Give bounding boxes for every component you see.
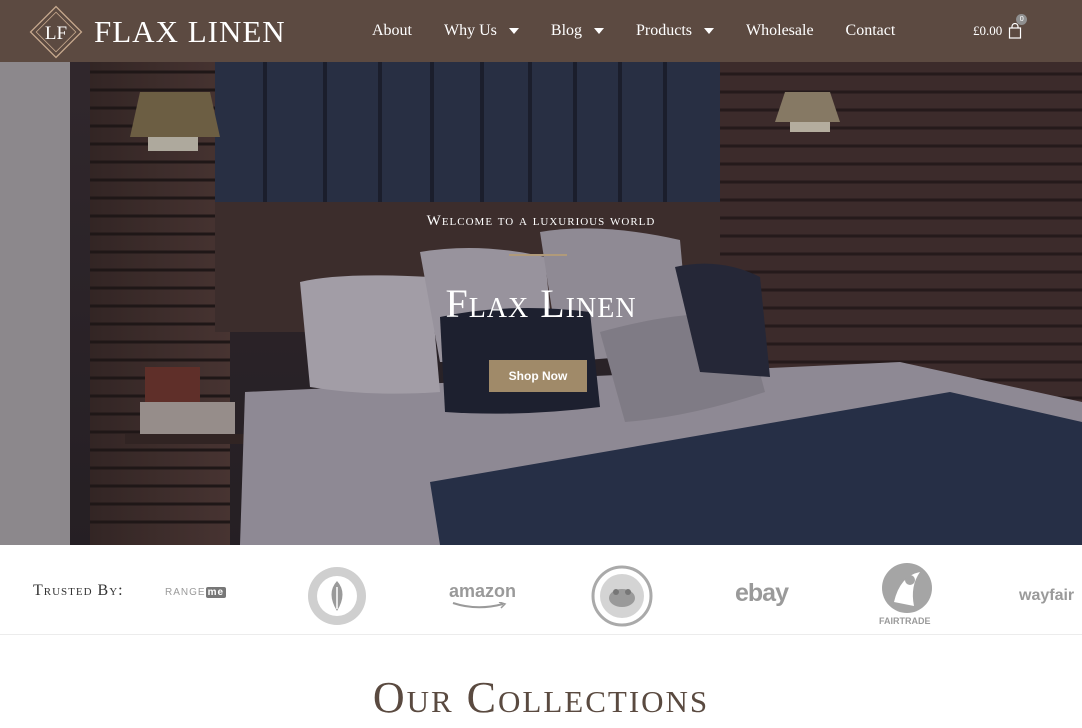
wayfair-logo: wayfair <box>1019 587 1075 604</box>
chevron-down-icon <box>508 28 519 34</box>
nav-products[interactable]: Products <box>636 22 715 40</box>
fairtrade-mark-icon <box>882 563 932 613</box>
logo-text: FLAX LINEN <box>94 14 286 49</box>
shopping-bag-icon: 0 <box>1008 14 1028 39</box>
rangeme-me-text: me <box>205 587 227 598</box>
nav-products-label: Products <box>636 22 693 39</box>
logo-mark-icon: LF <box>29 5 83 59</box>
svg-text:LF: LF <box>45 23 67 44</box>
collections-heading: Our Collections <box>372 673 710 722</box>
rangeme-logo: RANGE me <box>165 587 227 598</box>
trusted-by-label: Trusted By: <box>33 582 124 599</box>
nav-blog-label: Blog <box>550 22 583 39</box>
nav-about[interactable]: About <box>372 22 412 40</box>
shop-now-button[interactable]: Shop Now <box>489 360 587 392</box>
cart-count-badge: 0 <box>1016 14 1028 25</box>
rainforest-alliance-logo <box>591 565 653 627</box>
rangeme-text: RANGE <box>165 587 206 598</box>
chevron-down-icon <box>704 28 715 34</box>
organic-content-standard-logo <box>308 567 366 625</box>
hero-title: Flax Linen <box>445 281 637 326</box>
nav-why-us-label: Why Us <box>444 22 497 39</box>
site-header: LF FLAX LINEN About Why Us Blog Products… <box>0 0 1082 62</box>
fairtrade-text: FAIRTRADE <box>879 616 931 626</box>
amazon-smile-icon <box>452 602 507 609</box>
amazon-logo: amazon <box>449 581 517 601</box>
cart-amount: £0.00 <box>973 23 1003 38</box>
hero-divider <box>509 254 567 256</box>
logo[interactable]: LF FLAX LINEN <box>28 4 286 60</box>
hero-subtitle: Welcome to a luxurious world <box>426 213 656 229</box>
ebay-logo: ebay <box>735 579 789 607</box>
nav-why-us[interactable]: Why Us <box>444 22 519 40</box>
hero-banner: Welcome to a luxurious world Flax Linen … <box>0 62 1082 545</box>
nav-contact[interactable]: Contact <box>846 22 896 40</box>
nav-contact-label: Contact <box>845 22 896 39</box>
chevron-down-icon <box>594 28 605 34</box>
nav-about-label: About <box>372 22 412 39</box>
nav-wholesale[interactable]: Wholesale <box>746 22 814 40</box>
trusted-by-strip: Trusted By: RANGE me amazon ebay FAIRTRAD… <box>0 545 1082 635</box>
main-nav: About Why Us Blog Products Wholesale Con… <box>372 0 927 62</box>
nav-blog[interactable]: Blog <box>550 22 605 40</box>
cart-button[interactable]: £0.00 0 <box>973 0 1028 62</box>
nav-wholesale-label: Wholesale <box>746 22 814 39</box>
